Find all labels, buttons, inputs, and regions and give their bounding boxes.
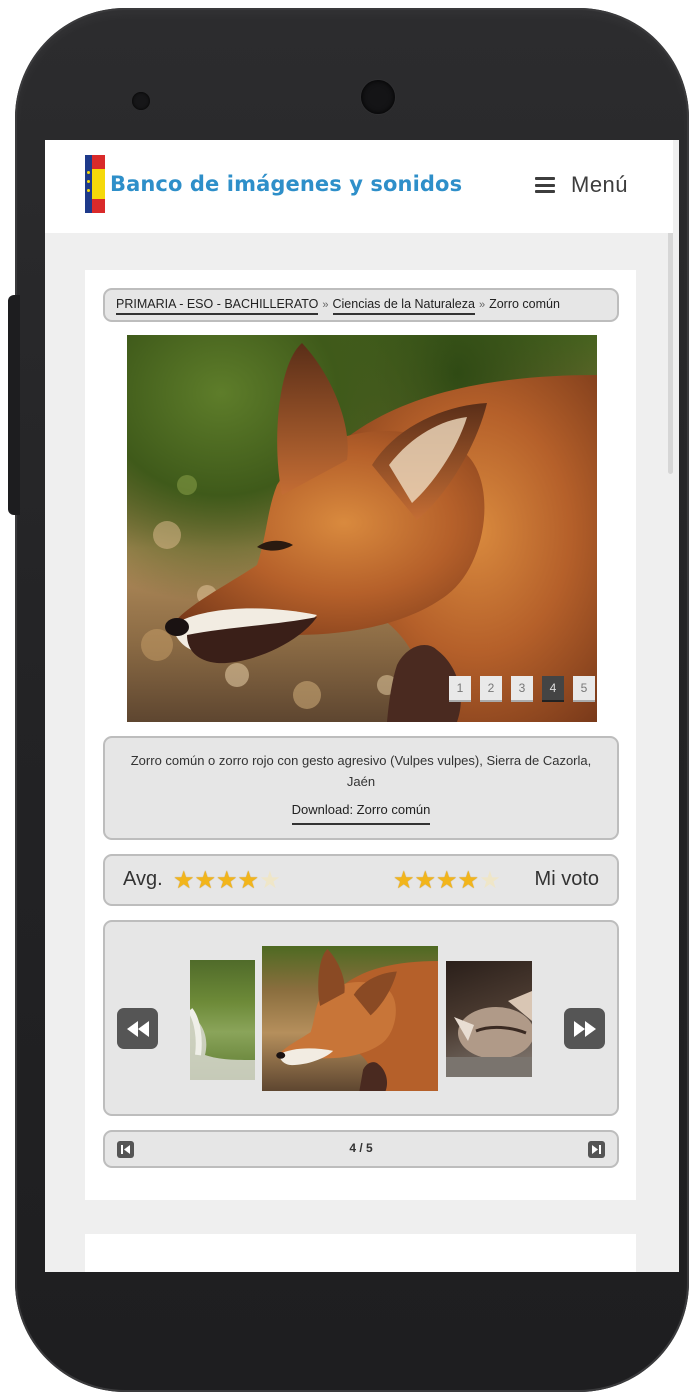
content-card: PRIMARIA - ESO - BACHILLERATO» Ciencias d… — [85, 270, 636, 1200]
download-link[interactable]: Download: Zorro común — [291, 799, 431, 825]
carousel-prev-button[interactable] — [117, 1008, 158, 1049]
thumbnail-carousel — [103, 920, 619, 1116]
breadcrumb-link-subject[interactable]: Ciencias de la Naturaleza — [332, 297, 475, 315]
my-vote-label: Mi voto — [534, 868, 599, 890]
main-photo[interactable]: 1 2 3 4 5 — [127, 335, 597, 722]
front-camera — [361, 80, 395, 114]
avg-rating-label: Avg. — [123, 868, 163, 890]
vote-star-5-icon[interactable]: ★ — [479, 868, 501, 894]
star-empty-icon: ★ — [259, 867, 281, 894]
star-icon: ★ — [173, 867, 195, 894]
spain-eu-flag-logo-icon[interactable] — [85, 155, 105, 213]
page-counter: 4 / 5 — [349, 1141, 373, 1155]
my-vote-stars[interactable]: ★ ★ ★ ★ ★ — [393, 868, 501, 894]
site-title[interactable]: Banco de imágenes y sonidos — [110, 172, 462, 196]
image-pager: 1 2 3 4 5 — [449, 676, 595, 702]
breadcrumb-separator: » — [322, 299, 329, 311]
thumbnail-3[interactable] — [446, 961, 532, 1077]
vote-star-2-icon[interactable]: ★ — [415, 868, 437, 894]
site-header: Banco de imágenes y sonidos Menú — [45, 140, 673, 233]
browser-viewport[interactable]: Banco de imágenes y sonidos Menú PRIMARI… — [45, 140, 679, 1272]
thumbnail-2-current[interactable] — [262, 946, 438, 1091]
proximity-sensor — [132, 92, 150, 110]
star-icon: ★ — [237, 867, 260, 894]
fox-illustration — [141, 343, 597, 722]
next-content-card — [85, 1234, 636, 1272]
photo-caption: Zorro común o zorro rojo con gesto agres… — [130, 753, 592, 789]
avg-rating-stars: ★ ★ ★ ★ ★ — [173, 868, 281, 894]
vote-star-3-icon[interactable]: ★ — [436, 868, 458, 894]
breadcrumb: PRIMARIA - ESO - BACHILLERATO» Ciencias d… — [103, 288, 619, 322]
pagination-bar: 4 / 5 — [103, 1130, 619, 1168]
image-page-1[interactable]: 1 — [449, 676, 471, 702]
last-page-icon — [592, 1145, 601, 1154]
rating-box: Avg. ★ ★ ★ ★ ★ ★ ★ ★ ★ ★ Mi voto — [103, 854, 619, 906]
image-page-3[interactable]: 3 — [511, 676, 533, 702]
menu-label: Menú — [571, 172, 629, 197]
image-page-4[interactable]: 4 — [542, 676, 564, 702]
phone-side-button — [8, 295, 20, 515]
breadcrumb-current: Zorro común — [489, 297, 560, 311]
vote-star-1-icon[interactable]: ★ — [393, 868, 415, 894]
star-icon: ★ — [216, 867, 238, 894]
thumbnail-1[interactable] — [190, 960, 255, 1080]
star-icon: ★ — [194, 867, 217, 894]
breadcrumb-link-level[interactable]: PRIMARIA - ESO - BACHILLERATO — [116, 297, 319, 315]
caption-box: Zorro común o zorro rojo con gesto agres… — [103, 736, 619, 840]
last-page-button[interactable] — [588, 1141, 605, 1158]
hamburger-icon — [535, 177, 555, 193]
breadcrumb-separator: » — [478, 299, 486, 311]
menu-button[interactable]: Menú — [535, 170, 628, 200]
vote-star-4-icon[interactable]: ★ — [458, 868, 480, 894]
rewind-icon — [126, 1020, 149, 1037]
image-page-2[interactable]: 2 — [480, 676, 502, 702]
fast-forward-icon — [573, 1020, 596, 1037]
carousel-next-button[interactable] — [564, 1008, 605, 1049]
image-page-5[interactable]: 5 — [573, 676, 595, 702]
